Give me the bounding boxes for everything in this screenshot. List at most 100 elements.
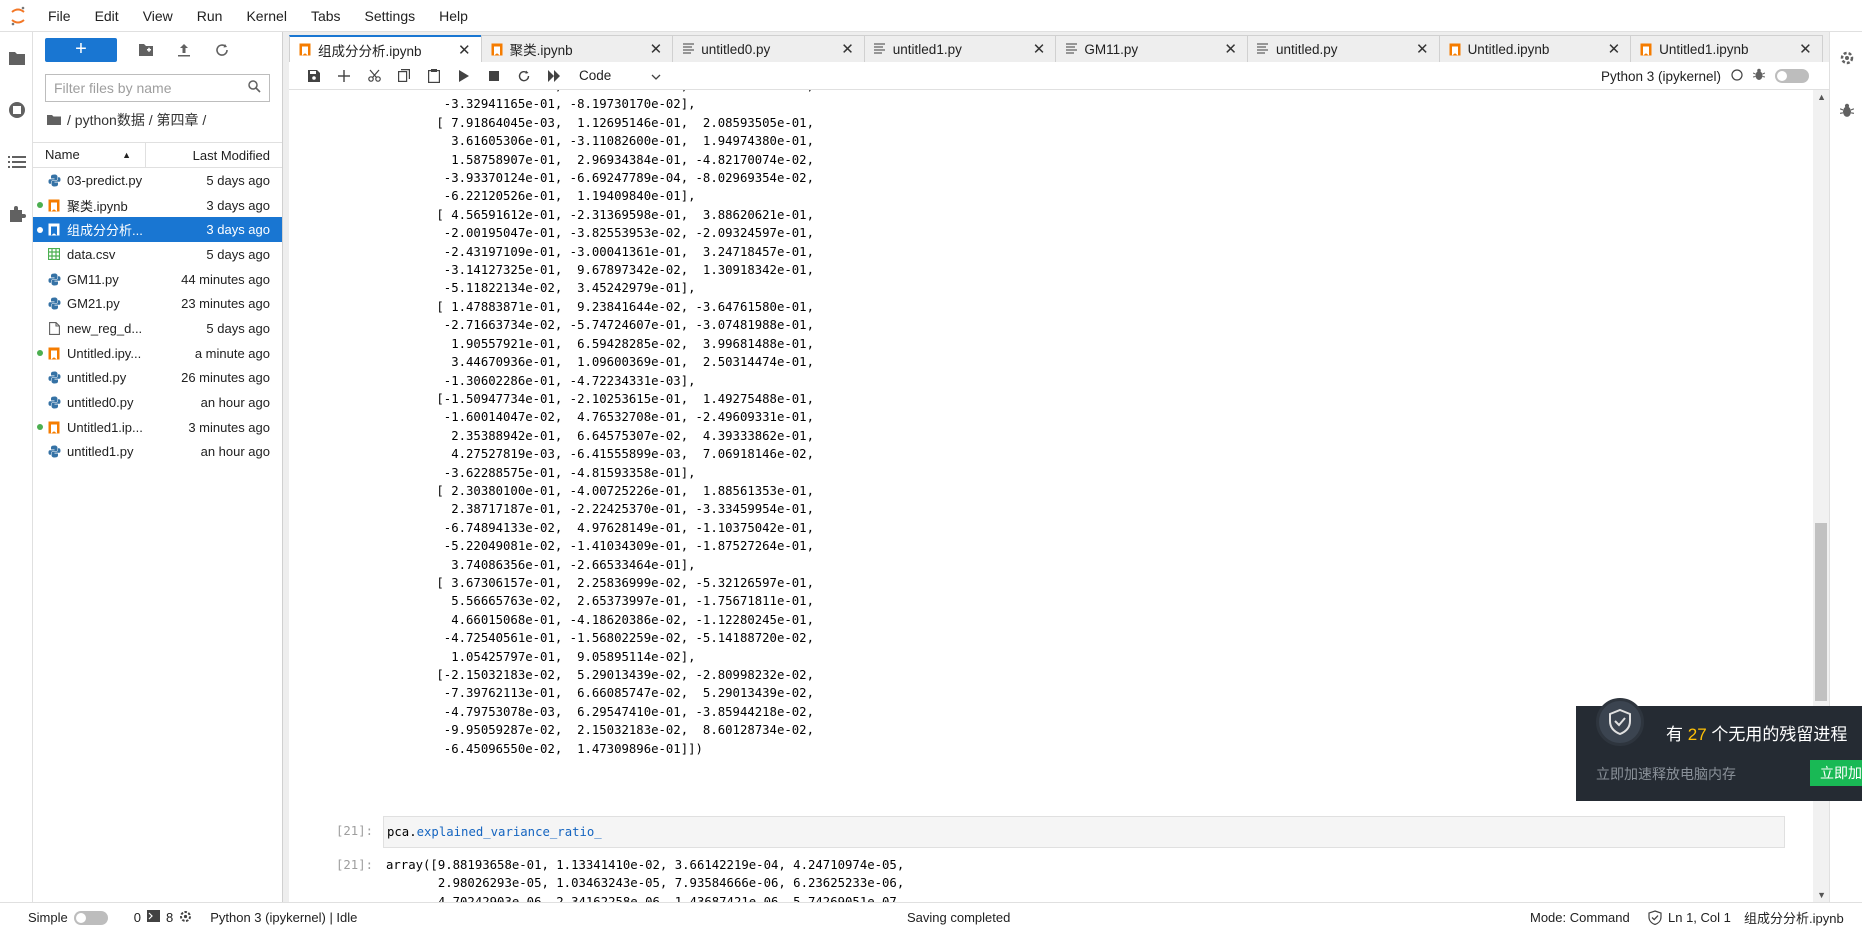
close-icon[interactable]: ✕ (1033, 40, 1046, 58)
cleanup-notification-popup: 有 27 个无用的残留进程 立即加速释放电脑内存 立即加速 (1576, 698, 1862, 801)
file-browser-toolbar: + (33, 32, 282, 68)
menu-tabs[interactable]: Tabs (299, 0, 353, 32)
terminals-count[interactable]: 0 8 (134, 910, 192, 926)
name-column-header[interactable]: Name ▲ (33, 142, 146, 168)
restart-kernel-icon[interactable] (509, 62, 539, 90)
file-modified: 5 days ago (206, 246, 270, 262)
paste-icon[interactable] (419, 62, 449, 90)
trusted-shield-icon[interactable] (1648, 910, 1662, 925)
close-icon[interactable]: ✕ (841, 40, 854, 58)
kernel-name-button[interactable]: Python 3 (ipykernel) (1601, 69, 1721, 84)
cut-icon[interactable] (359, 62, 389, 90)
text-file-icon (1256, 42, 1270, 56)
menu-file[interactable]: File (36, 0, 83, 32)
simple-mode-label: Simple (28, 910, 68, 925)
restart-run-all-icon[interactable] (539, 62, 569, 90)
popup-title-suffix: 个无用的残留进程 (1711, 725, 1848, 744)
code-cell-input[interactable]: pca.explained_variance_ratio_ (383, 816, 1785, 848)
close-icon[interactable]: ✕ (650, 40, 663, 58)
document-tab[interactable]: untitled1.py ✕ (863, 35, 1057, 62)
file-filter-input[interactable] (54, 80, 248, 96)
close-icon[interactable]: ✕ (458, 41, 471, 59)
cell-type-dropdown[interactable]: Code (579, 68, 661, 83)
python-file-icon (47, 396, 61, 410)
debugger-bug-icon[interactable] (1830, 84, 1862, 136)
extension-puzzle-icon[interactable] (0, 188, 33, 240)
file-row[interactable]: untitled1.py an hour ago (33, 440, 282, 465)
chevron-down-icon (651, 68, 661, 83)
generic-file-icon (47, 321, 61, 335)
cursor-position[interactable]: Ln 1, Col 1 (1668, 910, 1731, 925)
scroll-up-arrow-icon[interactable]: ▲ (1817, 92, 1826, 102)
simple-mode-switch[interactable]: Simple (28, 910, 108, 925)
table-of-contents-icon[interactable] (0, 136, 33, 188)
tab-label: 组成分分析.ipynb (318, 43, 422, 59)
file-modified: a minute ago (194, 345, 270, 361)
main-menu: File Edit View Run Kernel Tabs Settings Help (36, 0, 480, 32)
notebook-icon (1639, 42, 1653, 56)
file-name: 03-predict.py (67, 172, 143, 188)
home-folder-icon[interactable] (47, 112, 61, 128)
file-list: 03-predict.py 5 days ago 聚类.ipynb 3 days ag… (33, 168, 282, 464)
file-row[interactable]: 03-predict.py 5 days ago (33, 168, 282, 193)
kernel-info: Python 3 (ipykernel) (1601, 62, 1809, 90)
folder-icon[interactable] (0, 32, 33, 84)
new-launcher-button[interactable]: + (45, 38, 117, 62)
close-icon[interactable]: ✕ (1416, 40, 1429, 58)
breadcrumb-path[interactable]: / python数据 / 第四章 / (67, 110, 206, 130)
scroll-down-arrow-icon[interactable]: ▼ (1817, 890, 1826, 900)
menu-view[interactable]: View (131, 0, 185, 32)
document-tab[interactable]: Untitled.ipynb ✕ (1438, 35, 1632, 62)
popup-title-prefix: 有 (1666, 725, 1683, 744)
file-row[interactable]: data.csv 5 days ago (33, 242, 282, 267)
file-row[interactable]: untitled.py 26 minutes ago (33, 366, 282, 391)
menu-settings[interactable]: Settings (353, 0, 428, 32)
file-row[interactable]: 组成分分析... 3 days ago (33, 217, 282, 243)
document-tab[interactable]: untitled.py ✕ (1246, 35, 1440, 62)
close-icon[interactable]: ✕ (1608, 40, 1621, 58)
document-tab[interactable]: Untitled1.ipynb ✕ (1630, 35, 1823, 62)
file-modified: 3 minutes ago (188, 419, 270, 435)
tab-label: Untitled.ipynb (1467, 41, 1550, 57)
accelerate-now-button[interactable]: 立即加速 (1810, 760, 1862, 786)
menu-bar: File Edit View Run Kernel Tabs Settings Help (0, 0, 1862, 32)
menu-run[interactable]: Run (185, 0, 235, 32)
file-row[interactable]: Untitled.ipy... a minute ago (33, 341, 282, 366)
file-row[interactable]: untitled0.py an hour ago (33, 390, 282, 415)
new-folder-icon[interactable] (137, 41, 155, 59)
save-icon[interactable] (299, 62, 329, 90)
property-inspector-gear-icon[interactable] (1830, 32, 1862, 84)
close-icon[interactable]: ✕ (1224, 40, 1237, 58)
menu-help[interactable]: Help (427, 0, 480, 32)
file-modified: 5 days ago (206, 172, 270, 188)
scrollbar-thumb[interactable] (1815, 523, 1827, 701)
document-tab[interactable]: 聚类.ipynb ✕ (480, 35, 674, 62)
file-row[interactable]: new_reg_d... 5 days ago (33, 316, 282, 341)
close-icon[interactable]: ✕ (1799, 40, 1812, 58)
upload-icon[interactable] (175, 41, 193, 59)
notebook-icon (490, 42, 504, 56)
file-row[interactable]: 聚类.ipynb 3 days ago (33, 193, 282, 218)
file-row[interactable]: GM11.py 44 minutes ago (33, 267, 282, 292)
running-kernels-icon[interactable] (0, 84, 33, 136)
kernels-count-value: 8 (165, 910, 174, 925)
simple-mode-toggle[interactable] (73, 910, 108, 925)
debugger-bug-icon[interactable] (1752, 68, 1766, 84)
file-row[interactable]: GM21.py 23 minutes ago (33, 291, 282, 316)
document-tab[interactable]: untitled0.py ✕ (672, 35, 865, 62)
document-tab[interactable]: GM11.py ✕ (1055, 35, 1248, 62)
last-modified-column-header[interactable]: Last Modified (146, 148, 282, 163)
interrupt-kernel-icon[interactable] (479, 62, 509, 90)
menu-edit[interactable]: Edit (83, 0, 131, 32)
insert-cell-icon[interactable] (329, 62, 359, 90)
run-cell-icon[interactable] (449, 62, 479, 90)
debugger-toggle[interactable] (1775, 69, 1809, 83)
copy-icon[interactable] (389, 62, 419, 90)
document-tab[interactable]: 组成分分析.ipynb ✕ (289, 35, 482, 62)
file-row[interactable]: Untitled1.ip... 3 minutes ago (33, 415, 282, 440)
kernel-status[interactable]: Python 3 (ipykernel) | Idle (210, 910, 357, 925)
refresh-icon[interactable] (213, 41, 231, 59)
menu-kernel[interactable]: Kernel (234, 0, 298, 32)
text-file-icon (681, 42, 695, 56)
notebook-icon (298, 43, 312, 57)
